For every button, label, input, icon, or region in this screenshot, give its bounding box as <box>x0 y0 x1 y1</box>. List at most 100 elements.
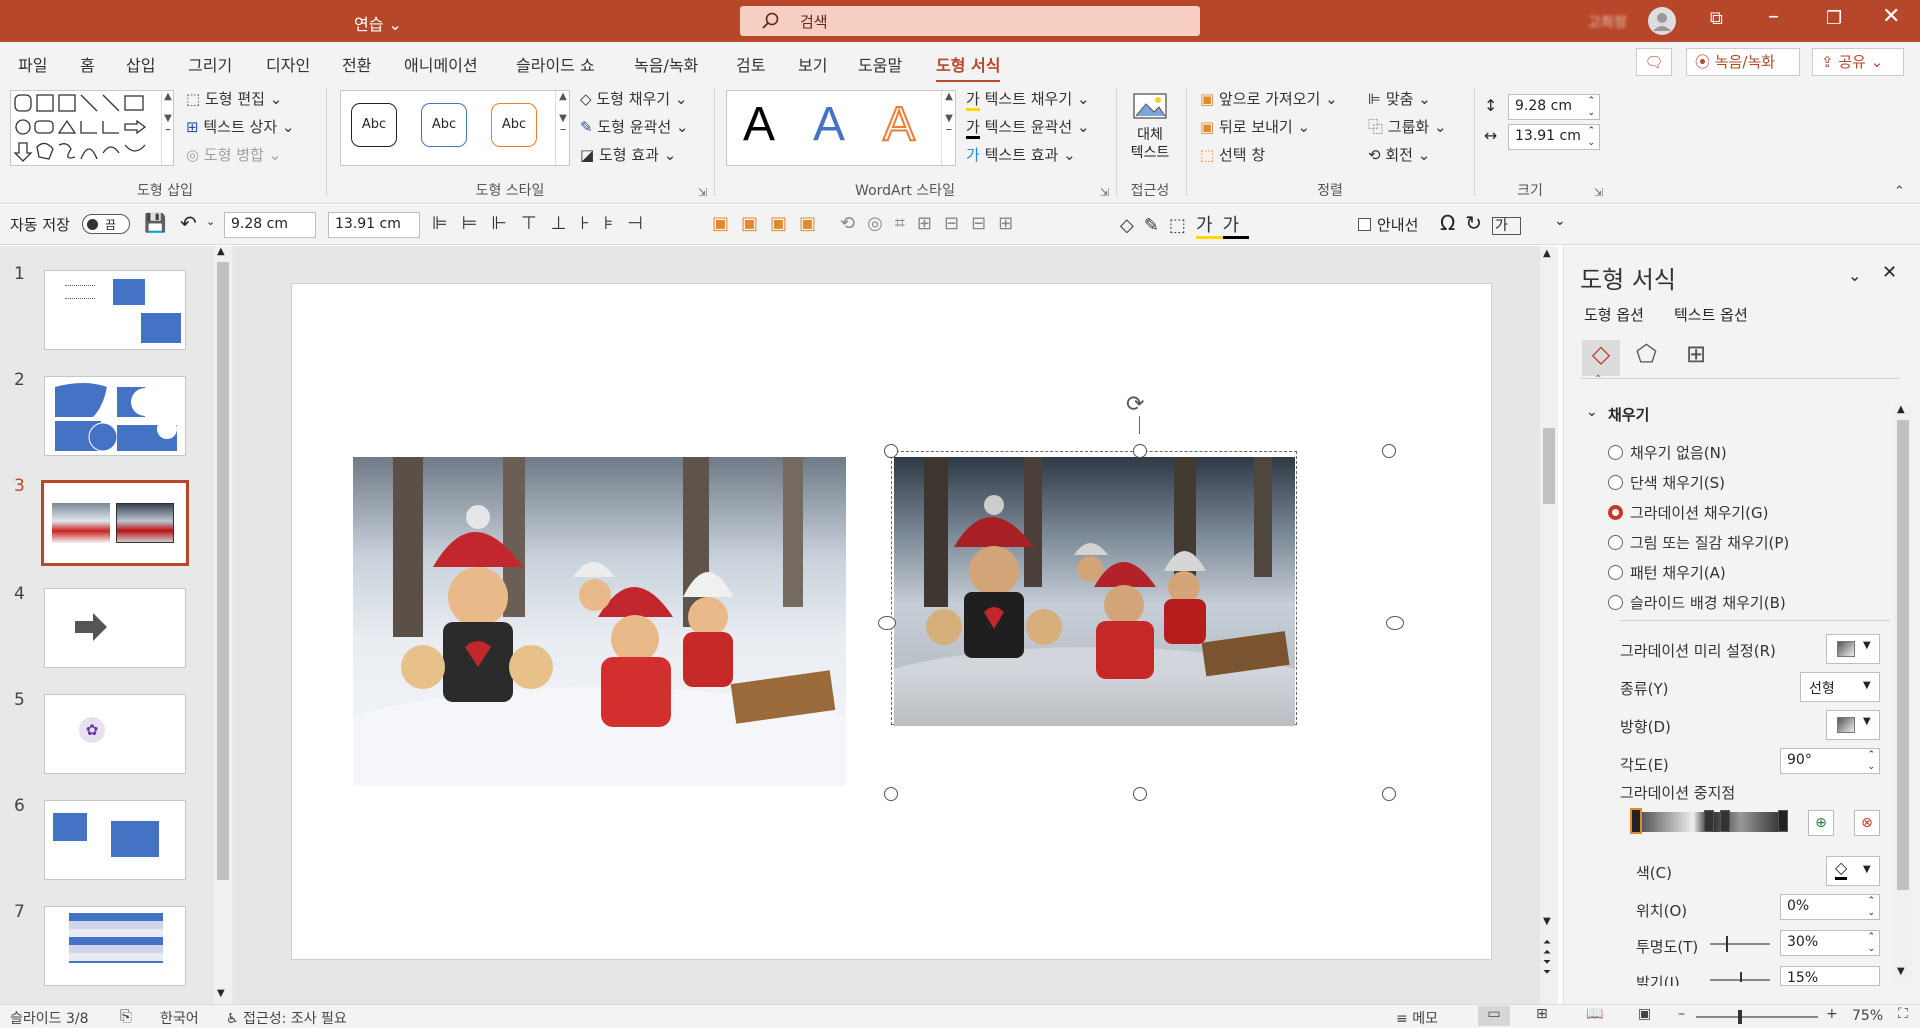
resize-handle[interactable] <box>1386 616 1404 630</box>
tab-help[interactable]: 도움말 <box>858 52 902 76</box>
minimize-icon[interactable]: – <box>1768 4 1779 29</box>
bring-forward-button[interactable]: ▣ 앞으로 가져오기 ⌄ <box>1200 88 1338 109</box>
merge-shapes-button[interactable]: ◎ 도형 병합 ⌄ <box>186 144 281 165</box>
gradient-preset-dropdown[interactable]: ▼ <box>1826 634 1880 664</box>
format-tools[interactable]: ◇✎⬚가가 <box>1120 211 1250 239</box>
gradient-stop-handle[interactable] <box>1778 810 1788 832</box>
gallery-scroll[interactable]: ▲ ▼ ⎯ <box>161 91 174 165</box>
tab-draw[interactable]: 그리기 <box>188 52 232 76</box>
ribbon-display-icon[interactable]: ⧉ <box>1710 8 1723 29</box>
text-fill-button[interactable]: 가 텍스트 채우기 ⌄ <box>966 88 1090 111</box>
customize-qat-icon[interactable]: ⌄ <box>1554 213 1566 229</box>
thumbnail-scrollbar[interactable]: ▲ ▼ <box>214 246 232 1004</box>
dialog-launcher-icon[interactable]: ⇲ <box>1100 186 1109 199</box>
size-properties-icon[interactable]: ⊞ <box>1686 340 1706 368</box>
resize-handle[interactable] <box>878 616 896 630</box>
slide-sorter-icon[interactable]: ⊞ <box>1536 1006 1548 1022</box>
collapse-ribbon-icon[interactable]: ⌃ <box>1894 184 1905 199</box>
tab-view[interactable]: 보기 <box>798 52 827 76</box>
slide-thumbnail-5[interactable]: ✿ <box>44 694 186 774</box>
tab-design[interactable]: 디자인 <box>266 52 310 76</box>
group-button[interactable]: ⿻ 그룹화 ⌄ <box>1368 116 1447 137</box>
rotate-handle-icon[interactable]: ⟳ <box>1126 392 1144 417</box>
chevron-down-icon[interactable]: ⌄ <box>206 215 215 228</box>
slideshow-view-icon[interactable]: ▣ <box>1638 1006 1651 1022</box>
shape-style-sample[interactable]: Abc <box>351 103 397 147</box>
next-slide-icon[interactable]: ⏷ ⏷ <box>1543 958 1551 978</box>
prev-slide-icon[interactable]: ⏶ ⏶ <box>1543 938 1551 958</box>
tab-animations[interactable]: 애니메이션 <box>404 52 478 76</box>
slide-thumbnail-1[interactable] <box>44 270 186 350</box>
resize-handle[interactable] <box>1382 444 1396 458</box>
align-button[interactable]: ⊫ 맞춤 ⌄ <box>1368 88 1431 109</box>
save-icon[interactable]: 💾 <box>144 213 166 234</box>
align-tools[interactable]: ⊫⊨⊩⊤⊥⊦⊧⊣ <box>432 213 657 234</box>
gradient-stop-handle[interactable] <box>1720 810 1730 832</box>
radio-picture-fill[interactable] <box>1608 535 1623 550</box>
scroll-up-icon[interactable]: ▲ <box>217 246 225 257</box>
chevron-down-icon[interactable]: ⌄ <box>1586 404 1598 420</box>
slide-thumbnail-7[interactable] <box>44 906 186 986</box>
account-name[interactable]: 고희정 <box>1588 12 1627 32</box>
text-outline-button[interactable]: 가 텍스트 윤곽선 ⌄ <box>966 116 1090 139</box>
gradient-stop-handle[interactable] <box>1704 810 1714 832</box>
tab-transitions[interactable]: 전환 <box>342 52 371 76</box>
color-dropdown[interactable]: ◇ ▼ <box>1826 856 1880 886</box>
share-button[interactable]: ⇪ 공유 ⌄ <box>1812 48 1904 76</box>
dialog-launcher-icon[interactable]: ⇲ <box>1594 186 1603 199</box>
scroll-down-icon[interactable]: ▼ <box>217 988 225 999</box>
arrange-tools[interactable]: ▣▣▣▣ <box>712 213 828 234</box>
rotate-button[interactable]: ⟲ 회전 ⌄ <box>1368 144 1430 165</box>
slide-canvas[interactable]: ⟳ <box>291 283 1492 960</box>
selection-pane-button[interactable]: ⬚ 선택 창 <box>1200 144 1265 165</box>
fill-section-header[interactable]: 채우기 <box>1608 404 1649 425</box>
direction-dropdown[interactable]: ▼ <box>1826 710 1880 740</box>
remove-stop-icon[interactable]: ⊗ <box>1854 810 1880 836</box>
text-box-button[interactable]: ⊞ 텍스트 상자 ⌄ <box>186 116 294 137</box>
qat-width-spinner[interactable]: 13.91 cm <box>328 212 420 238</box>
shape-outline-button[interactable]: ✎ 도형 윤곽선 ⌄ <box>580 116 688 137</box>
notes-button[interactable]: ≡ 메모 <box>1396 1008 1438 1028</box>
alt-text-button[interactable]: 대체 텍스트 <box>1126 90 1174 176</box>
close-icon[interactable]: ✕ <box>1882 4 1900 29</box>
resize-handle[interactable] <box>1382 787 1396 801</box>
undo-icon[interactable]: ↶ <box>180 211 197 235</box>
radio-gradient-fill[interactable] <box>1608 505 1623 520</box>
transparency-spinner[interactable]: 30% ⌃ ⌄ <box>1780 930 1880 956</box>
radio-pattern-fill[interactable] <box>1608 565 1623 580</box>
spelling-icon[interactable]: ⎘ <box>120 1007 132 1025</box>
resize-handle[interactable] <box>884 787 898 801</box>
zoom-level[interactable]: 75% <box>1852 1008 1883 1024</box>
qat-height-spinner[interactable]: 9.28 cm <box>224 212 316 238</box>
text-effects-button[interactable]: 가 텍스트 효과 ⌄ <box>966 144 1076 165</box>
resize-handle[interactable] <box>884 444 898 458</box>
slide-thumbnail-4[interactable] <box>44 588 186 668</box>
scroll-thumb[interactable] <box>217 262 229 880</box>
transparency-slider[interactable] <box>1710 936 1770 952</box>
resize-handle[interactable] <box>1133 787 1147 801</box>
shape-style-sample[interactable]: Abc <box>491 103 537 147</box>
tab-text-options[interactable]: 텍스트 옵션 <box>1674 304 1748 325</box>
height-spinner[interactable]: 9.28 cm ⌃ ⌄ <box>1508 94 1600 120</box>
canvas-scrollbar[interactable]: ▲ ▼ ⏶ ⏶ ⏷ ⏷ <box>1540 246 1558 1004</box>
wordart-sample[interactable]: A <box>813 97 845 152</box>
close-icon[interactable]: ✕ <box>1882 262 1897 283</box>
slide-thumbnail-3[interactable] <box>41 480 189 566</box>
scroll-up-icon[interactable]: ▲ <box>1543 248 1551 259</box>
shape-style-sample[interactable]: Abc <box>421 103 467 147</box>
gallery-scroll[interactable]: ▲ ▼ ⎯ <box>555 91 570 165</box>
zoom-in-icon[interactable]: + <box>1826 1006 1838 1022</box>
comment-icon[interactable]: 🗨 <box>1636 48 1672 76</box>
wordart-sample[interactable]: A <box>882 97 916 152</box>
slide-thumbnail-6[interactable] <box>44 800 186 880</box>
accessibility-status[interactable]: ♿ 접근성: 조사 필요 <box>226 1008 347 1028</box>
language-status[interactable]: 한국어 <box>160 1008 199 1028</box>
resize-handle[interactable] <box>1133 444 1147 458</box>
gradient-stop-handle[interactable] <box>1630 808 1642 834</box>
reading-view-icon[interactable]: 📖 <box>1586 1006 1603 1022</box>
angle-spinner[interactable]: 90° ⌃ ⌄ <box>1780 748 1880 774</box>
restore-icon[interactable]: ❐ <box>1826 8 1842 29</box>
pane-scrollbar[interactable]: ▲ ▼ <box>1894 404 1912 984</box>
tab-insert[interactable]: 삽입 <box>126 52 155 76</box>
crop-table-tools[interactable]: ⟲◎⌗⊞⊟⊟⊞ <box>840 213 1025 234</box>
